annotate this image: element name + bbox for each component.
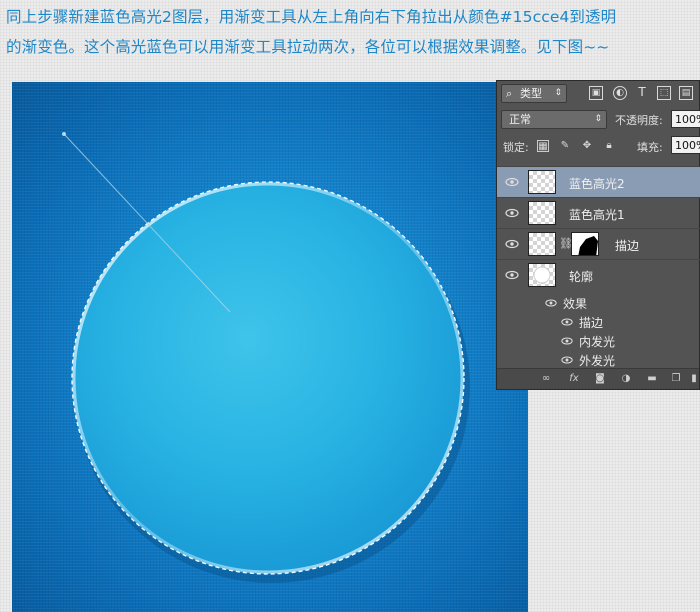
lock-icon[interactable]: 🔒︎ [603, 140, 615, 152]
blend-row: 正常 ⇕ 不透明度: 100% [497, 108, 700, 132]
add-mask-icon[interactable]: ◙ [593, 372, 607, 386]
eye-icon[interactable] [505, 268, 519, 282]
layer-name: 轮廓 [569, 270, 594, 284]
smart-object-filter-icon[interactable]: ▤ [679, 86, 693, 100]
search-icon: ⌕ [506, 87, 513, 100]
photoshop-canvas[interactable] [12, 82, 528, 612]
trash-icon[interactable]: ▮ [687, 372, 700, 386]
effect-name: 外发光 [579, 354, 616, 368]
pixel-filter-icon[interactable]: ▣ [589, 86, 603, 100]
lock-row: 锁定: ▦ ✎ ✥ 🔒︎ 填充: 100% [497, 135, 700, 157]
layer-row-outline[interactable]: 轮廓 [497, 259, 700, 290]
filter-type-select[interactable]: ⌕ 类型 ⇕ [501, 84, 567, 103]
link-layers-icon[interactable]: ∞ [539, 372, 553, 386]
eye-icon[interactable] [561, 335, 573, 347]
eye-icon[interactable] [561, 354, 573, 366]
fill-label: 填充: [637, 141, 663, 154]
filter-row: ⌕ 类型 ⇕ ▣ ◐ T ⬚ ▤ [497, 81, 700, 107]
brush-icon[interactable]: ✎ [559, 140, 571, 152]
thumbnail-circle [533, 266, 551, 284]
layer-row-stroke[interactable]: ⛓︎ 描边 [497, 228, 700, 259]
chevron-updown-icon: ⇕ [594, 114, 602, 124]
folder-icon[interactable]: ▬ [645, 372, 659, 386]
layer-thumbnail [528, 263, 556, 287]
effects-label: 效果 [563, 297, 588, 311]
eye-icon[interactable] [561, 316, 573, 328]
lock-transparency-icon[interactable]: ▦ [537, 140, 549, 152]
layer-mask-thumbnail[interactable] [571, 232, 599, 256]
layer-row-highlight-2[interactable]: 蓝色高光2 [497, 166, 700, 197]
type-filter-icon[interactable]: T [635, 86, 649, 100]
new-layer-icon[interactable]: ❐ [669, 372, 683, 386]
layer-name: 描边 [615, 239, 640, 253]
chevron-updown-icon: ⇕ [554, 88, 562, 98]
shape-filter-icon[interactable]: ⬚ [657, 86, 671, 100]
opacity-input[interactable]: 100% [671, 110, 700, 128]
eye-icon[interactable] [545, 297, 557, 309]
effect-name: 描边 [579, 316, 604, 330]
fx-icon[interactable]: fx [567, 372, 581, 386]
adjustment-layer-icon[interactable]: ◑ [619, 372, 633, 386]
lock-label: 锁定: [503, 141, 529, 154]
eye-icon[interactable] [505, 237, 519, 251]
layer-thumbnail [528, 170, 556, 194]
mask-shape [578, 236, 598, 255]
layers-bottom-bar: ∞ fx ◙ ◑ ▬ ❐ ▮ [497, 368, 699, 389]
blend-mode-select[interactable]: 正常 ⇕ [501, 110, 607, 129]
layer-row-highlight-1[interactable]: 蓝色高光1 [497, 197, 700, 228]
adjustment-filter-icon[interactable]: ◐ [613, 86, 627, 100]
filter-type-label: 类型 [520, 87, 542, 100]
tutorial-caption: 同上步骤新建蓝色高光2图层，用渐变工具从左上角向右下角拉出从颜色#15cce4到… [6, 2, 696, 62]
fill-input[interactable]: 100% [671, 136, 700, 154]
layer-name: 蓝色高光2 [569, 177, 625, 191]
layer-name: 蓝色高光1 [569, 208, 625, 222]
blend-mode-value: 正常 [509, 113, 531, 126]
eye-icon[interactable] [505, 206, 519, 220]
caption-line-1: 同上步骤新建蓝色高光2图层，用渐变工具从左上角向右下角拉出从颜色#15cce4到… [6, 8, 617, 26]
effect-name: 内发光 [579, 335, 616, 349]
layer-thumbnail [528, 201, 556, 225]
move-icon[interactable]: ✥ [581, 140, 593, 152]
opacity-label: 不透明度: [615, 114, 663, 127]
gradient-start-point [62, 132, 66, 136]
layers-panel: ⌕ 类型 ⇕ ▣ ◐ T ⬚ ▤ 正常 ⇕ 不透明度: 100% 锁定: ▦ ✎… [496, 80, 700, 390]
eye-icon[interactable] [505, 175, 519, 189]
caption-line-2: 的渐变色。这个高光蓝色可以用渐变工具拉动两次，各位可以根据效果调整。见下图~~ [6, 38, 610, 56]
canvas-artwork [62, 132, 470, 583]
layer-thumbnail [528, 232, 556, 256]
